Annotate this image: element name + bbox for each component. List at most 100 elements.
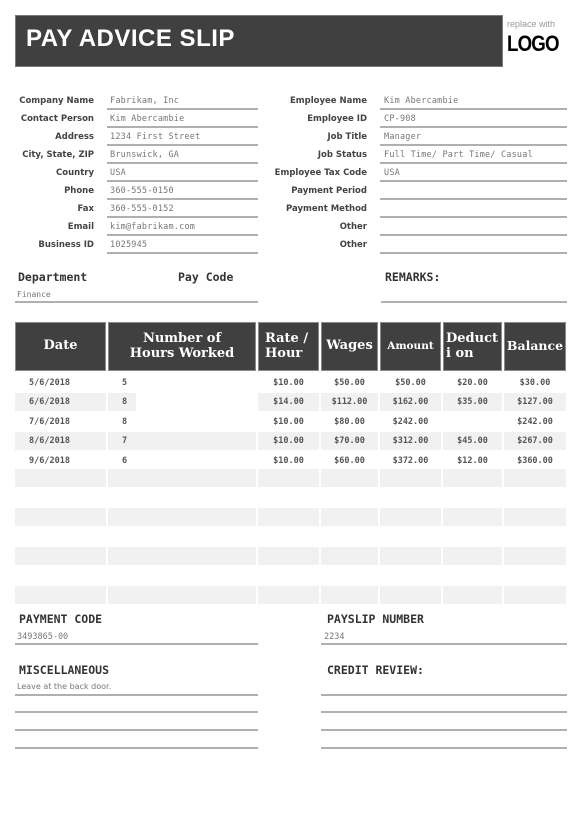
cell-hours[interactable] bbox=[108, 508, 256, 526]
cell-wages[interactable] bbox=[321, 508, 378, 526]
cell-hours[interactable] bbox=[108, 567, 256, 585]
cell-amount[interactable] bbox=[380, 469, 441, 487]
cell-date[interactable]: 9/6/2018 bbox=[15, 452, 106, 470]
credit-review-line[interactable] bbox=[321, 711, 567, 713]
cell-date[interactable] bbox=[15, 469, 106, 487]
credit-review-line[interactable] bbox=[321, 694, 567, 696]
employee-field-value[interactable]: Kim Abercambie bbox=[384, 96, 458, 106]
cell-wages[interactable]: $50.00 bbox=[321, 374, 378, 392]
employee-field-value[interactable]: Full Time/ Part Time/ Casual bbox=[384, 150, 533, 160]
cell-hours[interactable] bbox=[108, 586, 256, 604]
cell-wages[interactable] bbox=[321, 469, 378, 487]
cell-hours[interactable] bbox=[108, 489, 256, 507]
cell-hours[interactable] bbox=[108, 528, 256, 546]
cell-balance[interactable] bbox=[504, 547, 566, 565]
cell-rate[interactable] bbox=[258, 567, 319, 585]
cell-rate[interactable] bbox=[258, 508, 319, 526]
cell-wages[interactable]: $80.00 bbox=[321, 413, 378, 431]
cell-deduction[interactable] bbox=[443, 489, 502, 507]
cell-amount[interactable]: $372.00 bbox=[380, 452, 441, 470]
cell-date[interactable]: 5/6/2018 bbox=[15, 374, 106, 392]
cell-hours[interactable] bbox=[108, 547, 256, 565]
cell-date[interactable] bbox=[15, 586, 106, 604]
cell-deduction[interactable] bbox=[443, 469, 502, 487]
cell-balance[interactable] bbox=[504, 528, 566, 546]
cell-hours[interactable]: 8 bbox=[108, 413, 256, 431]
department-value[interactable]: Finance bbox=[17, 290, 51, 299]
employee-field-value[interactable]: Manager bbox=[384, 132, 421, 142]
cell-amount[interactable]: $312.00 bbox=[380, 432, 441, 450]
cell-balance[interactable] bbox=[504, 489, 566, 507]
cell-rate[interactable] bbox=[258, 469, 319, 487]
cell-amount[interactable] bbox=[380, 528, 441, 546]
cell-deduction[interactable]: $45.00 bbox=[443, 432, 502, 450]
cell-amount[interactable] bbox=[380, 489, 441, 507]
miscellaneous-line[interactable] bbox=[15, 711, 258, 713]
cell-deduction[interactable]: $12.00 bbox=[443, 452, 502, 470]
credit-review-line[interactable] bbox=[321, 729, 567, 731]
cell-date[interactable] bbox=[15, 547, 106, 565]
cell-balance[interactable]: $127.00 bbox=[504, 393, 566, 411]
credit-review-line[interactable] bbox=[321, 747, 567, 749]
cell-amount[interactable] bbox=[380, 508, 441, 526]
cell-rate[interactable] bbox=[258, 586, 319, 604]
cell-amount[interactable] bbox=[380, 547, 441, 565]
cell-hours[interactable]: 6 bbox=[108, 452, 256, 470]
cell-rate[interactable]: $10.00 bbox=[258, 432, 319, 450]
cell-date[interactable] bbox=[15, 528, 106, 546]
cell-rate[interactable]: $14.00 bbox=[258, 393, 319, 411]
cell-wages[interactable] bbox=[321, 528, 378, 546]
miscellaneous-line[interactable] bbox=[15, 747, 258, 749]
cell-hours[interactable]: 5 bbox=[108, 374, 256, 392]
cell-rate[interactable]: $10.00 bbox=[258, 452, 319, 470]
cell-hours[interactable]: 7 bbox=[108, 432, 256, 450]
cell-amount[interactable] bbox=[380, 567, 441, 585]
cell-balance[interactable] bbox=[504, 469, 566, 487]
payment-code-value[interactable]: 3493865-00 bbox=[17, 632, 68, 642]
cell-date[interactable] bbox=[15, 567, 106, 585]
miscellaneous-line[interactable] bbox=[15, 694, 258, 696]
miscellaneous-line[interactable] bbox=[15, 729, 258, 731]
remarks-underline[interactable] bbox=[381, 301, 567, 303]
cell-deduction[interactable] bbox=[443, 508, 502, 526]
cell-hours[interactable]: 8 bbox=[108, 393, 136, 411]
cell-deduction[interactable] bbox=[443, 413, 502, 431]
cell-hours[interactable] bbox=[108, 469, 256, 487]
cell-date[interactable] bbox=[15, 508, 106, 526]
cell-balance[interactable]: $30.00 bbox=[504, 374, 566, 392]
cell-rate[interactable]: $10.00 bbox=[258, 413, 319, 431]
cell-deduction[interactable] bbox=[443, 586, 502, 604]
cell-balance[interactable]: $242.00 bbox=[504, 413, 566, 431]
cell-rate[interactable] bbox=[258, 547, 319, 565]
cell-date[interactable]: 6/6/2018 bbox=[15, 393, 106, 411]
miscellaneous-value[interactable]: Leave at the back door. bbox=[17, 682, 111, 691]
cell-amount[interactable] bbox=[380, 586, 441, 604]
cell-deduction[interactable] bbox=[443, 567, 502, 585]
cell-deduction[interactable] bbox=[443, 528, 502, 546]
cell-wages[interactable] bbox=[321, 489, 378, 507]
cell-amount[interactable]: $162.00 bbox=[380, 393, 441, 411]
cell-wages[interactable] bbox=[321, 567, 378, 585]
cell-amount[interactable]: $50.00 bbox=[380, 374, 441, 392]
cell-wages[interactable] bbox=[321, 586, 378, 604]
employee-field-value[interactable]: CP-908 bbox=[384, 114, 416, 124]
cell-wages[interactable]: $60.00 bbox=[321, 452, 378, 470]
cell-deduction[interactable] bbox=[443, 547, 502, 565]
cell-balance[interactable]: $267.00 bbox=[504, 432, 566, 450]
cell-wages[interactable]: $112.00 bbox=[321, 393, 378, 411]
cell-deduction[interactable]: $35.00 bbox=[443, 393, 502, 411]
cell-rate[interactable] bbox=[258, 528, 319, 546]
cell-amount[interactable]: $242.00 bbox=[380, 413, 441, 431]
cell-wages[interactable] bbox=[321, 547, 378, 565]
cell-rate[interactable] bbox=[258, 489, 319, 507]
cell-date[interactable]: 8/6/2018 bbox=[15, 432, 106, 450]
cell-balance[interactable] bbox=[504, 586, 566, 604]
payslip-number-value[interactable]: 2234 bbox=[324, 632, 344, 642]
cell-wages[interactable]: $70.00 bbox=[321, 432, 378, 450]
cell-rate[interactable]: $10.00 bbox=[258, 374, 319, 392]
cell-balance[interactable]: $360.00 bbox=[504, 452, 566, 470]
cell-date[interactable]: 7/6/2018 bbox=[15, 413, 106, 431]
cell-balance[interactable] bbox=[504, 567, 566, 585]
cell-deduction[interactable]: $20.00 bbox=[443, 374, 502, 392]
employee-field-value[interactable]: USA bbox=[384, 168, 400, 178]
